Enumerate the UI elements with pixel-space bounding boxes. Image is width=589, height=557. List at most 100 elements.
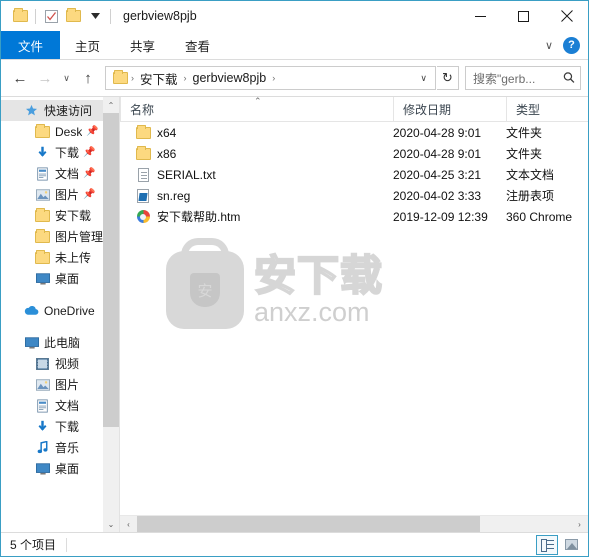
forward-button[interactable]: → (33, 66, 57, 90)
breadcrumb-item-0[interactable]: 安下载 (137, 69, 181, 88)
sidebar-vertical-scrollbar[interactable]: ⌃ ⌄ (103, 97, 119, 532)
minimize-button[interactable] (459, 1, 502, 31)
file-type-cell: 注册表项 (506, 189, 555, 203)
maximize-button[interactable] (502, 1, 545, 31)
up-button[interactable]: ↑ (76, 66, 100, 90)
sidebar-item-label: 未上传 (55, 251, 92, 265)
folder-icon (34, 123, 51, 138)
sidebar-item-label: 安下载 (55, 209, 92, 223)
sidebar-item-documents-pc[interactable]: 文档 (1, 395, 119, 416)
navigation-pane: 快速访问 Desk 📌 下载 📌 文档 📌 图片 📌 安下载 图片管理 未上传 … (1, 97, 120, 532)
sidebar-item-label: 桌面 (55, 462, 80, 476)
file-date-cell: 2020-04-28 9:01 (393, 146, 482, 161)
column-header-date-modified[interactable]: 修改日期 (393, 96, 506, 122)
watermark-text: 安下载 anxz.com (253, 251, 384, 326)
window-controls (459, 1, 588, 31)
cloud-icon (23, 305, 40, 316)
scroll-up-arrow-icon[interactable]: ⌃ (103, 97, 119, 113)
table-row[interactable]: SERIAL.txt 2020-04-25 3:21 文本文档 (120, 164, 588, 185)
back-button[interactable]: ← (8, 66, 32, 90)
sidebar-scroll-track[interactable] (103, 113, 119, 516)
file-date-cell: 2020-04-28 9:01 (393, 125, 482, 140)
sidebar-item-anxiazai[interactable]: 安下载 (1, 205, 119, 226)
file-name-label: 安下载帮助.htm (157, 210, 241, 224)
sidebar-item-music[interactable]: 音乐 (1, 437, 119, 458)
sidebar-item-desk[interactable]: Desk 📌 (1, 121, 119, 142)
customize-qat-chevron[interactable] (84, 5, 106, 27)
registry-file-icon (135, 188, 151, 204)
pin-icon: 📌 (83, 168, 96, 179)
file-type-cell: 文件夹 (506, 126, 543, 140)
watermark: 安 安下载 anxz.com (166, 244, 416, 336)
status-divider (66, 537, 68, 552)
sidebar-item-label: 此电脑 (44, 336, 81, 350)
sidebar-scroll-thumb[interactable] (103, 113, 119, 428)
table-row[interactable]: x86 2020-04-28 9:01 文件夹 (120, 143, 588, 164)
close-button[interactable] (545, 1, 588, 31)
sidebar-item-videos[interactable]: 视频 (1, 353, 119, 374)
column-header-type[interactable]: 类型 (506, 96, 588, 122)
horizontal-scroll-thumb[interactable] (137, 516, 480, 532)
new-folder-icon[interactable] (62, 5, 84, 27)
sidebar-item-onedrive[interactable]: OneDrive (1, 300, 119, 321)
sidebar-item-downloads-pc[interactable]: 下载 (1, 416, 119, 437)
search-input[interactable]: 搜索"gerb... (465, 66, 581, 90)
collapse-ribbon-chevron-icon[interactable]: ∨ (545, 39, 553, 52)
sidebar-item-pictures[interactable]: 图片 📌 (1, 184, 119, 205)
music-icon (34, 441, 51, 454)
column-header-row: ⌃ 名称 修改日期 类型 (120, 96, 588, 122)
refresh-button[interactable]: ↻ (437, 66, 459, 90)
sidebar-item-documents[interactable]: 文档 📌 (1, 163, 119, 184)
folder-properties-icon[interactable] (9, 5, 31, 27)
sidebar-item-desktop-pc[interactable]: 桌面 (1, 458, 119, 479)
sidebar-group-gap-2 (1, 321, 119, 332)
file-name-cell[interactable]: SERIAL.txt (120, 167, 393, 183)
tab-share[interactable]: 共享 (115, 31, 170, 59)
videos-icon (34, 357, 51, 370)
window-title: gerbview8pjb (123, 9, 197, 23)
horizontal-scroll-track[interactable] (137, 516, 571, 532)
sidebar-item-this-pc[interactable]: 此电脑 (1, 332, 119, 353)
folder-icon (34, 207, 51, 222)
documents-icon (34, 166, 51, 181)
item-count-label: 5 个项目 (10, 538, 57, 552)
sidebar-item-pictures-pc[interactable]: 图片 (1, 374, 119, 395)
table-row[interactable]: 安下载帮助.htm 2019-12-09 12:39 360 Chrome (120, 206, 588, 227)
scroll-left-arrow-icon[interactable]: ‹ (120, 516, 137, 532)
file-name-cell[interactable]: 安下载帮助.htm (120, 208, 393, 225)
file-name-label: sn.reg (157, 188, 191, 203)
scroll-down-arrow-icon[interactable]: ⌄ (103, 516, 119, 532)
help-icon[interactable]: ? (563, 36, 580, 54)
file-list-horizontal-scrollbar[interactable]: ‹ › (120, 515, 588, 532)
sidebar-item-quick-access[interactable]: 快速访问 (1, 100, 119, 121)
sidebar-item-label: 下载 (55, 420, 80, 434)
properties-checkbox-icon[interactable] (40, 5, 62, 27)
file-name-cell[interactable]: x64 (120, 124, 393, 141)
sidebar-item-label: 图片 (55, 188, 80, 202)
table-row[interactable]: sn.reg 2020-04-02 3:33 注册表项 (120, 185, 588, 206)
recent-locations-chevron-icon[interactable]: ∨ (58, 66, 75, 90)
sidebar-item-downloads[interactable]: 下载 📌 (1, 142, 119, 163)
search-placeholder: 搜索"gerb... (473, 71, 536, 86)
breadcrumb[interactable]: › 安下载 › gerbview8pjb › ∨ (105, 66, 436, 90)
file-type-cell: 360 Chrome (506, 209, 573, 224)
sidebar-item-desktop-qa[interactable]: 桌面 (1, 268, 119, 289)
tab-home[interactable]: 主页 (60, 31, 115, 59)
thumbnails-view-button[interactable] (560, 535, 582, 555)
watermark-cn-text: 安下载 (253, 251, 384, 299)
tab-view[interactable]: 查看 (170, 31, 225, 59)
thumbnails-view-icon (564, 539, 578, 550)
scroll-right-arrow-icon[interactable]: › (571, 516, 588, 532)
sidebar-item-not-uploaded[interactable]: 未上传 (1, 247, 119, 268)
details-view-button[interactable] (536, 534, 558, 555)
breadcrumb-separator-2: › (272, 73, 276, 83)
sidebar-item-picture-manage[interactable]: 图片管理 (1, 226, 119, 247)
file-name-cell[interactable]: sn.reg (120, 188, 393, 204)
tab-file[interactable]: 文件 (1, 31, 61, 59)
file-rows: 安 安下载 anxz.com x64 2020-04-28 9:01 文件夹 x… (120, 122, 588, 515)
file-name-cell[interactable]: x86 (120, 145, 393, 162)
breadcrumb-dropdown-chevron-icon[interactable]: ∨ (414, 73, 433, 84)
table-row[interactable]: x64 2020-04-28 9:01 文件夹 (120, 122, 588, 143)
file-list-pane: ⌃ 名称 修改日期 类型 安 安下载 anxz.com x64 2020-04-… (120, 96, 588, 532)
breadcrumb-item-1[interactable]: gerbview8pjb (190, 71, 270, 85)
